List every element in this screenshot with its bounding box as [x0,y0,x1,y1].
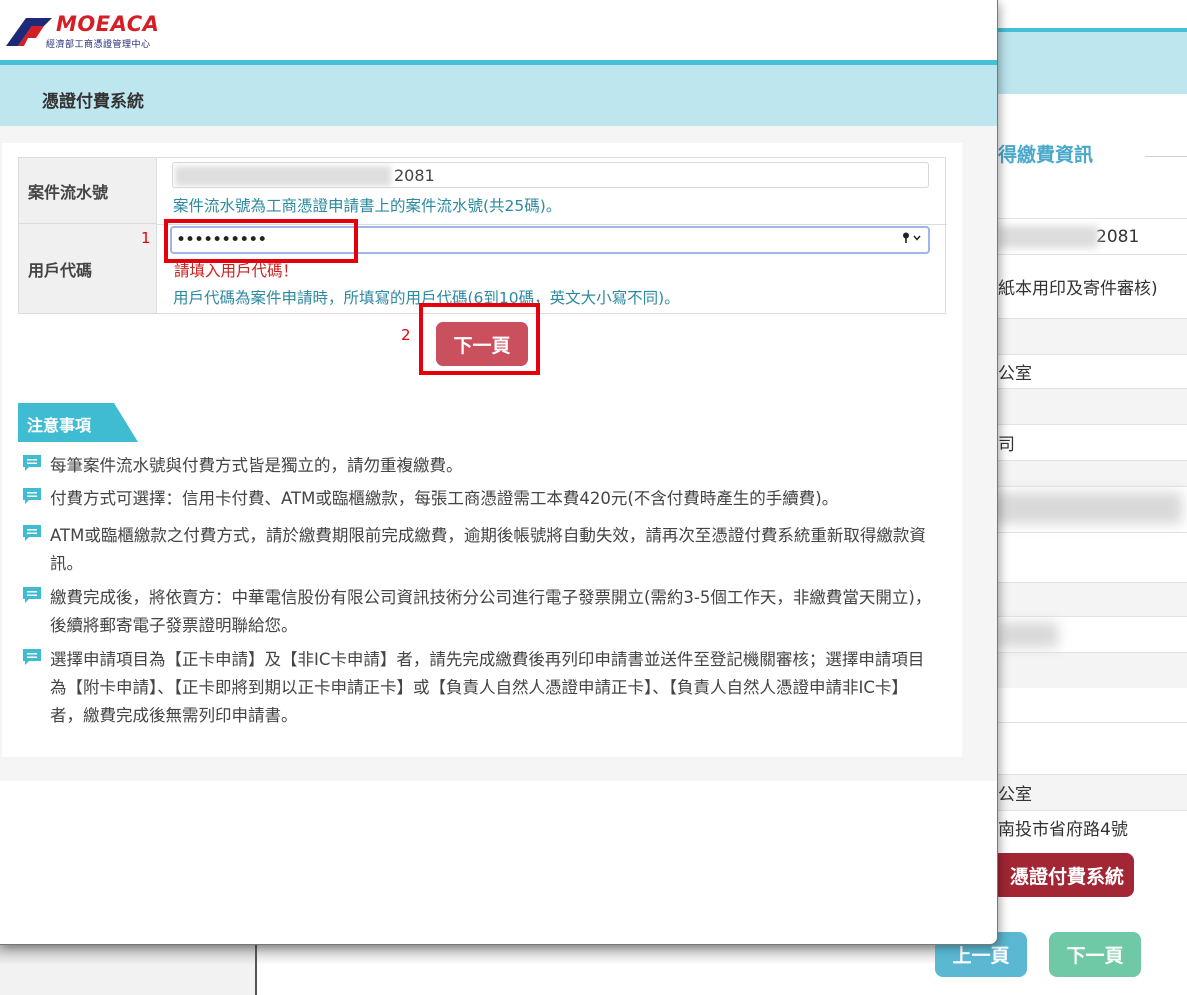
moeaca-logo: MOEACA 經濟部工商憑證管理中心 [4,12,164,52]
notice-title: 注意事項 [27,416,92,435]
annotation-box-2 [419,303,540,375]
logo-subtitle: 經濟部工商憑證管理中心 [46,40,151,50]
annotation-number-2: 2 [401,326,411,344]
background-row [998,318,1187,354]
background-title-divider [1145,156,1187,157]
annotation-box-1 [164,219,358,263]
background-next-button[interactable]: 下一頁 [1049,932,1141,977]
background-row [998,582,1187,616]
comment-icon [23,649,41,665]
case-number-value: 2081 [394,166,435,185]
notice-tab: 注意事項 [18,403,138,442]
notice-item-text: 繳費完成後，將依賣方：中華電信股份有限公司資訊技術分公司進行電子發票開立(需約3… [50,588,932,635]
background-row [998,722,1187,774]
background-footer [0,945,257,995]
modal-title: 憑證付費系統 [42,92,144,112]
background-footer [257,945,937,995]
user-code-label: 用戶代碼 [19,224,157,313]
background-row: 南投市省府路4號 [998,810,1187,844]
annotation-number-1: 1 [141,229,151,247]
payment-modal: MOEACA 經濟部工商憑證管理中心 憑證付費系統 案件流水號 用戶代碼 208… [0,0,998,945]
comment-icon [23,488,41,504]
comment-icon [23,587,41,603]
background-row: 紙本用印及寄件審核) [998,254,1187,318]
background-row [998,388,1187,424]
notice-item-text: 每筆案件流水號與付費方式皆是獨立的，請勿重複繳費。 [50,456,463,475]
modal-header: 憑證付費系統 [0,60,997,126]
background-row: 司 [998,424,1187,460]
notice-item-text: ATM或臨櫃繳款之付費方式，請於繳費期限前完成繳費，逾期後帳號將自動失效，請再次… [50,526,926,573]
comment-icon [23,455,41,471]
background-section-title: 得繳費資訊 [998,144,1094,166]
background-row: 公室 [998,354,1187,388]
redacted-area [998,622,1058,648]
notice-item-text: 選擇申請項目為【正卡申請】及【非IC卡申請】者，請先完成繳費後再列印申請書並送件… [50,650,925,725]
notice-item-text: 付費方式可選擇：信用卡付費、ATM或臨櫃繳款，每張工商憑證需工本費420元(不含… [50,489,839,508]
payment-system-button[interactable]: 憑證付費系統 [992,853,1134,897]
background-row [998,532,1187,582]
background-row: 2081 [998,218,1187,254]
case-number-label: 案件流水號 [19,158,157,224]
logo-name: MOEACA [56,12,160,36]
comment-icon [23,525,41,541]
background-row: 公室 [998,774,1187,810]
background-row [998,652,1187,688]
redacted-area [992,492,1182,524]
case-number-hint: 案件流水號為工商憑證申請書上的案件流水號(共25碼)。 [173,197,562,215]
case-number-input[interactable]: 2081 [172,162,929,188]
background-row [998,460,1187,486]
redacted-area [175,166,391,186]
password-key-icon[interactable] [902,231,924,249]
